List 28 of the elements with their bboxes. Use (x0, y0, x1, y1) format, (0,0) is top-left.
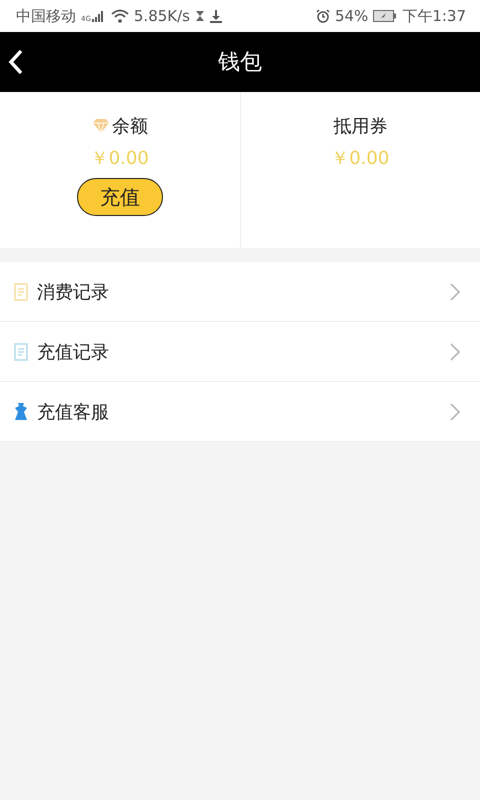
chevron-right-icon (450, 282, 460, 300)
chevron-right-icon (450, 402, 460, 420)
signal-icon (92, 10, 106, 22)
balance-label: 余额 (112, 115, 148, 138)
menu-item[interactable]: 充值记录 (0, 322, 480, 382)
back-icon (8, 49, 24, 75)
amount-value: ￥0.00 (331, 147, 390, 170)
menu-label: 充值客服 (37, 400, 110, 424)
menu-label: 消费记录 (37, 280, 110, 304)
battery-icon (373, 10, 398, 22)
balance-label: 抵用券 (333, 115, 388, 138)
alarm-icon (316, 9, 330, 23)
wifi-icon (110, 9, 129, 23)
carrier-name: 中国移动 (16, 6, 76, 26)
network-speed: 5.85K/s (134, 7, 190, 25)
menu-item[interactable]: 充值客服 (0, 382, 480, 442)
page-title: 钱包 (218, 49, 262, 77)
menu-label: 充值记录 (37, 340, 110, 364)
diamond-icon (92, 118, 110, 134)
back-button[interactable] (8, 49, 24, 75)
clock-time: 下午1:37 (402, 6, 466, 26)
recharge-button[interactable]: 充值 (76, 178, 163, 216)
amount-value: ￥0.00 (90, 147, 149, 170)
menu-item[interactable]: 消费记录 (0, 262, 480, 322)
hourglass-icon (195, 10, 205, 22)
chevron-right-icon (450, 342, 460, 360)
download-icon (210, 10, 222, 22)
battery-percent: 54% (334, 7, 368, 25)
